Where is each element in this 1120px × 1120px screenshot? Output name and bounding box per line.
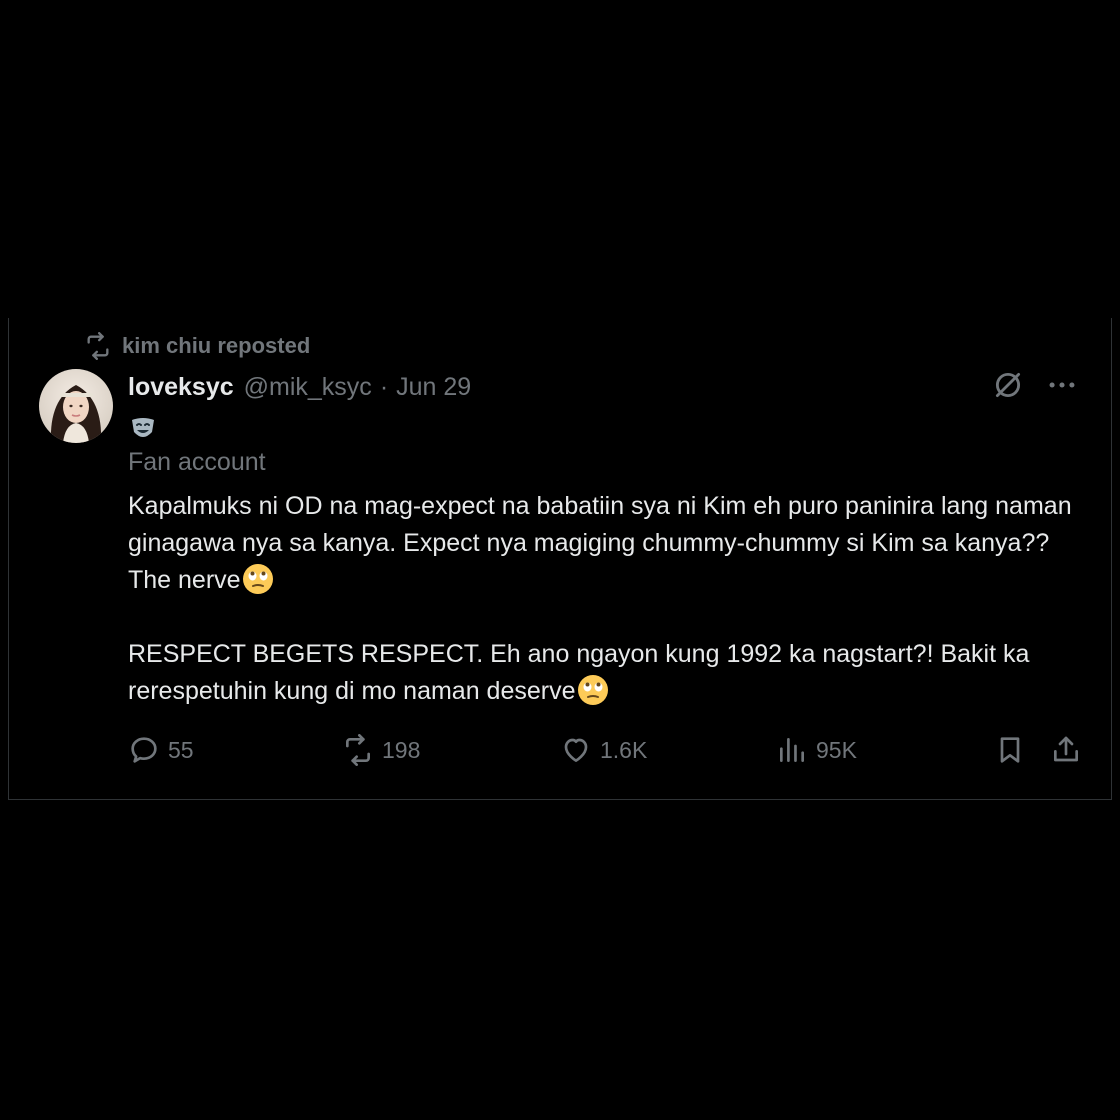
avatar[interactable] <box>39 369 113 443</box>
tweet-paragraph-1: Kapalmuks ni OD na mag-expect na babatii… <box>128 488 1094 599</box>
more-icon[interactable] <box>1045 368 1079 402</box>
repost-indicator: kim chiu reposted <box>84 332 310 360</box>
bookmark-icon <box>1000 737 1020 763</box>
like-button[interactable]: 1.6K <box>560 730 647 770</box>
repost-button[interactable]: 198 <box>342 730 420 770</box>
tweet-top-actions <box>991 368 1079 402</box>
like-count: 1.6K <box>600 736 648 763</box>
like-icon <box>564 738 588 762</box>
repost-icon <box>346 734 370 766</box>
tweet-actions-bar: 55 198 1.6K 95K <box>128 730 1088 770</box>
bookmark-button[interactable] <box>994 730 1026 770</box>
face-with-rolling-eyes-emoji <box>242 564 273 594</box>
user-handle[interactable]: @mik_ksyc <box>244 373 372 402</box>
performing-arts-mask-emoji <box>132 418 154 437</box>
grok-icon[interactable] <box>991 368 1025 402</box>
views-button[interactable]: 95K <box>776 730 857 770</box>
share-icon <box>1054 736 1078 762</box>
repost-text[interactable]: kim chiu reposted <box>122 333 310 359</box>
display-name[interactable]: loveksyc <box>128 373 234 402</box>
tweet-header: loveksyc @mik_ksyc · Jun 29 <box>128 370 471 404</box>
reply-icon <box>131 737 157 763</box>
tweet-paragraph-2: RESPECT BEGETS RESPECT. Eh ano ngayon ku… <box>128 636 1094 710</box>
tweet-date[interactable]: Jun 29 <box>396 373 471 402</box>
views-icon <box>780 738 804 762</box>
repost-count: 198 <box>382 736 421 763</box>
tweet-body: Kapalmuks ni OD na mag-expect na babatii… <box>128 488 1094 710</box>
views-count: 95K <box>816 736 857 763</box>
face-with-rolling-eyes-emoji <box>577 675 608 705</box>
share-button[interactable] <box>1050 730 1082 770</box>
tweet-card[interactable]: kim chiu reposted loveksyc @mik_ksyc · J… <box>8 318 1112 800</box>
fan-account-label: Fan account <box>128 448 266 476</box>
reply-button[interactable]: 55 <box>128 730 194 770</box>
separator-dot: · <box>379 372 389 401</box>
reply-count: 55 <box>168 736 194 763</box>
repost-icon <box>87 332 109 360</box>
